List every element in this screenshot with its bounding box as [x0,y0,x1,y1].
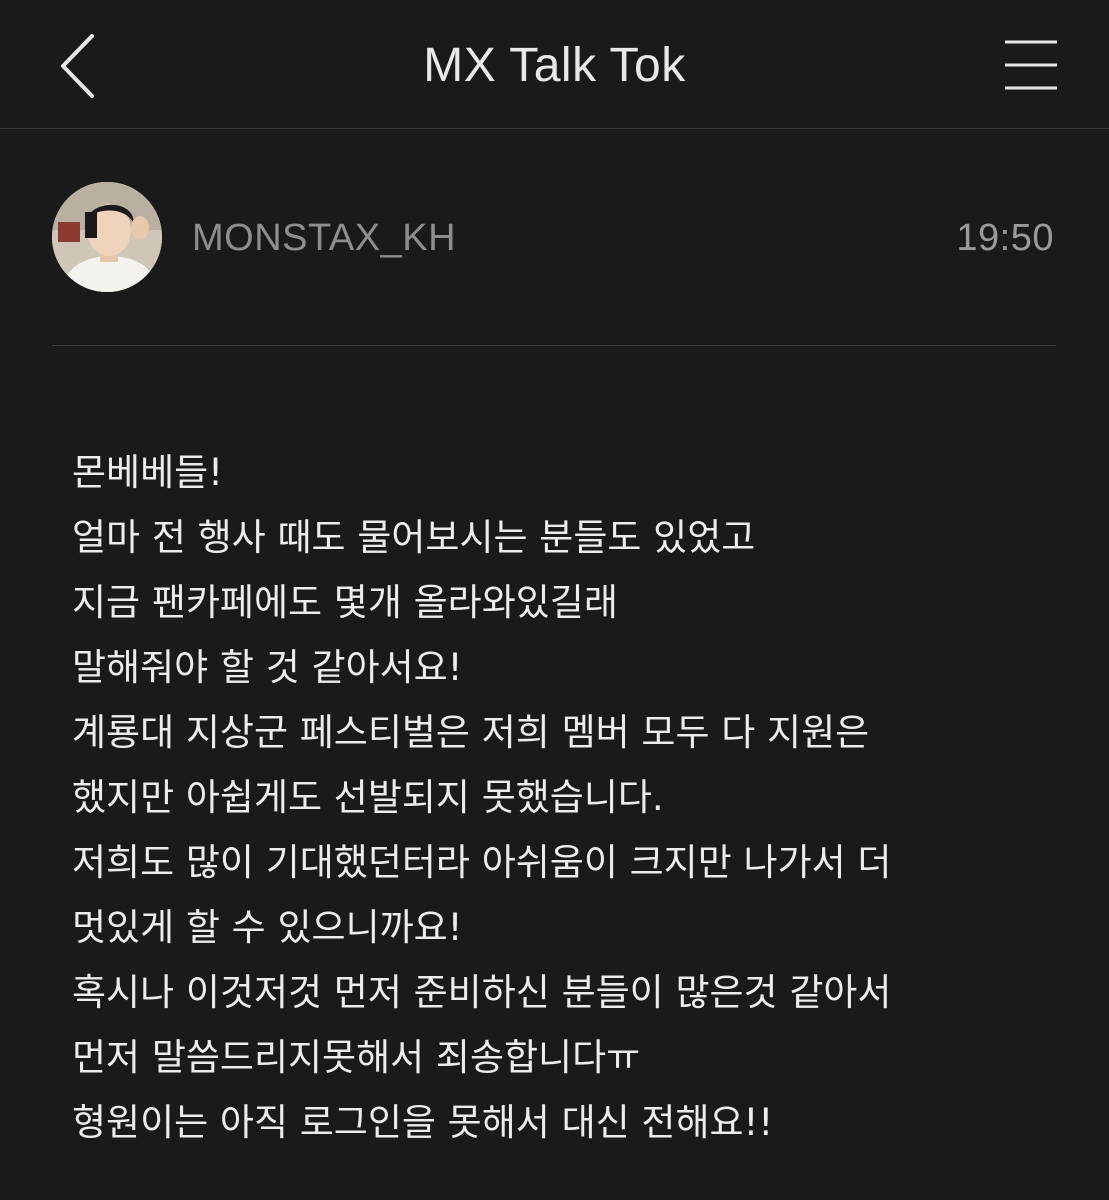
author-name[interactable]: MONSTAX_KH [192,216,456,260]
avatar[interactable] [52,182,162,292]
message-line: 계룡대 지상군 페스티벌은 저희 멤버 모두 다 지원은 [72,711,870,754]
message-line: 말해줘야 할 것 같아서요! [72,646,463,689]
post-time: 19:50 [956,217,1054,259]
post-header: MONSTAX_KH 19:50 [52,182,1056,294]
hamburger-menu-icon [1005,40,1057,90]
message-line: 혹시나 이것저것 먼저 준비하신 분들이 많은것 같아서 [72,971,892,1014]
menu-button[interactable] [993,30,1069,100]
message-body: 몬베베들! 얼마 전 행사 때도 물어보시는 분들도 있었고 지금 팬카페에도 … [72,440,1062,1155]
top-bar: MX Talk Tok [0,0,1109,129]
message-line: 먼저 말씀드리지못해서 죄송합니다ㅠ [72,1036,641,1079]
message-line: 몬베베들! [72,451,223,494]
message-line: 했지만 아쉽게도 선발되지 못했습니다. [72,776,664,819]
message-line: 멋있게 할 수 있으니까요! [72,906,463,949]
message-line: 얼마 전 행사 때도 물어보시는 분들도 있었고 [72,516,756,559]
page-title: MX Talk Tok [423,39,686,92]
user-avatar-icon [52,182,162,292]
message-line: 지금 팬카페에도 몇개 올라와있길래 [72,581,618,624]
message-line: 저희도 많이 기대했던터라 아쉬움이 크지만 나가서 더 [72,841,892,884]
divider [52,345,1056,346]
message-line: 형원이는 아직 로그인을 못해서 대신 전해요!! [72,1101,774,1144]
